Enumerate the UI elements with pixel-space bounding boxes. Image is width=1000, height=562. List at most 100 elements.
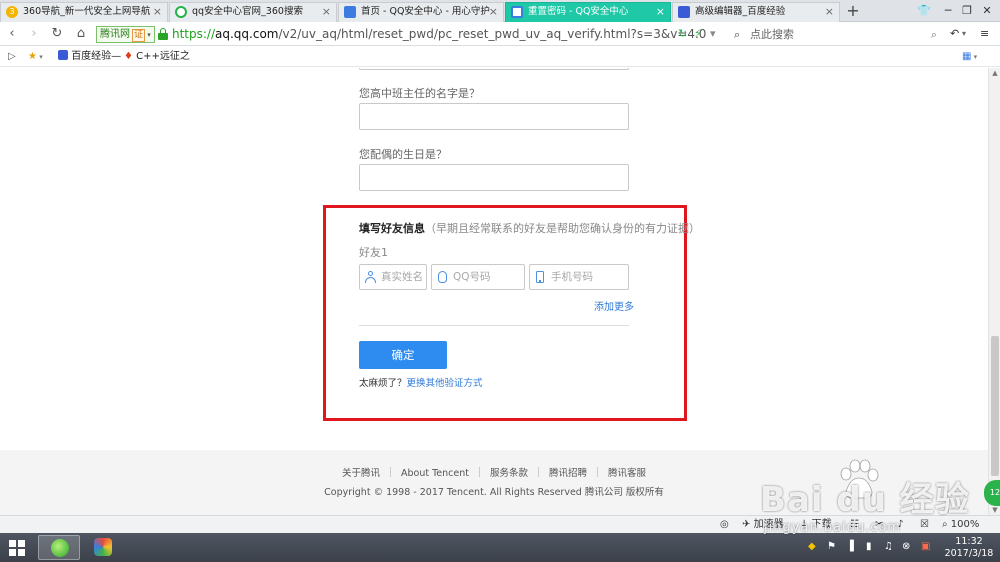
refresh-icon[interactable]: ↻: [48, 25, 66, 43]
vertical-scrollbar[interactable]: ▲ ▼: [988, 68, 1000, 515]
person-icon: [365, 271, 376, 283]
tab-360-navigation[interactable]: 3 360导航_新一代安全上网导航 ×: [0, 2, 168, 22]
friend-name-input[interactable]: 真实姓名: [359, 264, 427, 290]
speaker-icon[interactable]: ♪: [897, 516, 903, 533]
lightning-icon[interactable]: ⚡: [694, 27, 702, 41]
download-icon: ↓: [800, 519, 809, 530]
footer-link-terms[interactable]: 服务条款: [490, 468, 528, 479]
system-clock[interactable]: 11:32 2017/3/18: [940, 536, 998, 560]
windows-start-icon[interactable]: [9, 540, 25, 556]
forward-icon[interactable]: ›: [25, 25, 43, 43]
tab-title: 高级编辑器_百度经验: [695, 6, 786, 17]
tab-baidu-editor[interactable]: 高级编辑器_百度经验 ×: [672, 2, 840, 22]
copyright-text: Copyright © 1998 - 2017 Tencent. All Rig…: [324, 487, 664, 498]
close-tab-icon[interactable]: ×: [489, 3, 498, 21]
sidebar-toggle-icon[interactable]: ▷: [8, 47, 16, 66]
tray-image-icon[interactable]: ▣: [921, 541, 930, 553]
document-icon[interactable]: ☷: [850, 516, 859, 533]
friend-section-title: 填写好友信息（早期且经常联系的好友是帮助您确认身份的有力证据）: [359, 222, 700, 235]
undo-icon[interactable]: ↶: [950, 27, 959, 41]
close-tab-icon[interactable]: ×: [322, 3, 331, 21]
close-tab-icon[interactable]: ×: [656, 3, 665, 21]
footer-link-about[interactable]: 关于腾讯: [342, 468, 380, 479]
tab-title: 重置密码 - QQ安全中心: [528, 6, 629, 17]
tab-reset-password[interactable]: 重置密码 - QQ安全中心 ×: [505, 2, 671, 22]
footer-link-support[interactable]: 腾讯客服: [608, 468, 646, 479]
trash-icon[interactable]: ☒: [920, 516, 929, 533]
apps-grid-icon[interactable]: ▦ ▾: [962, 47, 977, 67]
phone-icon: [535, 271, 546, 283]
tray-network-icon[interactable]: ▐: [846, 541, 854, 553]
menu-icon[interactable]: ≡: [980, 27, 989, 41]
zoom-icon: ⌕: [942, 519, 948, 530]
close-tab-icon[interactable]: ×: [153, 3, 162, 21]
back-icon[interactable]: ‹: [3, 25, 21, 43]
search-icon: ⌕: [734, 28, 741, 41]
spouse-question-label: 您配偶的生日是？: [359, 148, 447, 161]
certificate-icon: 证: [132, 29, 146, 42]
360-logo-icon: 3: [6, 6, 18, 18]
close-window-button[interactable]: ✕: [978, 2, 996, 20]
download-button[interactable]: ↓ 下载: [800, 516, 832, 533]
accelerator-icon: ✈: [742, 519, 751, 530]
tab-360-search[interactable]: qq安全中心官网_360搜索 ×: [169, 2, 337, 22]
scroll-thumb[interactable]: [991, 336, 999, 476]
taskbar-360-browser[interactable]: [38, 535, 80, 560]
previous-answer-input[interactable]: [359, 68, 629, 70]
refresh-circle-icon[interactable]: ↻: [678, 27, 687, 41]
floating-badge-icon[interactable]: 12: [984, 480, 1000, 506]
footer-link-about-en[interactable]: About Tencent: [401, 468, 469, 479]
footer-link-jobs[interactable]: 腾讯招聘: [549, 468, 587, 479]
search-input[interactable]: ⌕ 点此搜索 ⌕: [728, 25, 943, 44]
tray-volume-icon[interactable]: ♫: [884, 541, 893, 553]
bookmark-baidu-jingyan[interactable]: 百度经验—: [58, 47, 121, 66]
clock-date: 2017/3/18: [944, 548, 994, 559]
close-tab-icon[interactable]: ×: [825, 3, 834, 21]
site-identity-badge[interactable]: 腾讯网证 ▾: [96, 26, 155, 43]
shield-icon: [344, 6, 356, 18]
magnifier-icon[interactable]: ⌕: [931, 25, 937, 44]
friend-qq-input[interactable]: QQ号码: [431, 264, 525, 290]
tray-360-icon[interactable]: ◆: [808, 541, 816, 553]
status-bar: ◎ ✈ 加速器 ↓ 下载 ☷ ✂ ♪ ☒ ⌕ 100%: [0, 515, 1000, 533]
new-tab-button[interactable]: +: [843, 1, 863, 21]
restore-button[interactable]: ❐: [958, 2, 976, 20]
tab-title: qq安全中心官网_360搜索: [192, 6, 303, 17]
friend1-label: 好友1: [359, 246, 388, 259]
spouse-answer-input[interactable]: [359, 164, 629, 191]
change-verification-link[interactable]: 更换其他验证方式: [407, 378, 483, 389]
crop-icon[interactable]: ✂: [875, 516, 883, 533]
confirm-button[interactable]: 确定: [359, 341, 447, 369]
tray-flag-icon[interactable]: ⚑: [827, 541, 836, 553]
qq-penguin-icon: [437, 271, 448, 283]
scroll-up-icon[interactable]: ▲: [989, 68, 1000, 78]
page-footer: 关于腾讯 About Tencent 服务条款 腾讯招聘 腾讯客服 Copyright …: [0, 450, 988, 515]
add-more-link[interactable]: 添加更多: [594, 298, 634, 313]
teacher-question-label: 您高中班主任的名字是？: [359, 87, 480, 100]
chevron-down-icon[interactable]: ▾: [962, 27, 966, 41]
dropdown-icon[interactable]: ▾: [710, 27, 716, 41]
favorites-star-icon[interactable]: ★ ▾: [28, 47, 43, 67]
minimize-button[interactable]: ─: [939, 2, 957, 20]
tray-close-circle-icon[interactable]: ⊗: [902, 541, 910, 553]
bookmark-bar: ▷ ★ ▾ 百度经验— ♦ C++远征之 ▦ ▾: [0, 47, 1000, 67]
360-search-icon: [175, 6, 187, 18]
teacher-answer-input[interactable]: [359, 103, 629, 130]
target-icon[interactable]: ◎: [720, 516, 729, 533]
tab-qq-security-home[interactable]: 首页 - QQ安全中心 - 用心守护 ×: [338, 2, 504, 22]
shirt-skin-icon[interactable]: 👕: [915, 2, 933, 20]
scroll-down-icon[interactable]: ▼: [989, 505, 1000, 515]
divider: [359, 325, 629, 326]
friend-phone-input[interactable]: 手机号码: [529, 264, 629, 290]
lock-icon: [158, 28, 168, 40]
baidu-paw-icon: [678, 6, 690, 18]
bookmark-cpp[interactable]: ♦ C++远征之: [124, 47, 190, 66]
tray-battery-icon[interactable]: ▮: [866, 541, 872, 553]
shield-icon: [511, 6, 523, 18]
address-input[interactable]: https://aq.qq.com/v2/uv_aq/html/reset_pw…: [172, 27, 706, 42]
accelerator-button[interactable]: ✈ 加速器: [742, 516, 784, 533]
zoom-indicator[interactable]: ⌕ 100%: [942, 516, 979, 533]
flame-icon: ♦: [124, 51, 133, 62]
home-icon[interactable]: ⌂: [72, 25, 90, 43]
taskbar-paint[interactable]: [82, 535, 124, 560]
